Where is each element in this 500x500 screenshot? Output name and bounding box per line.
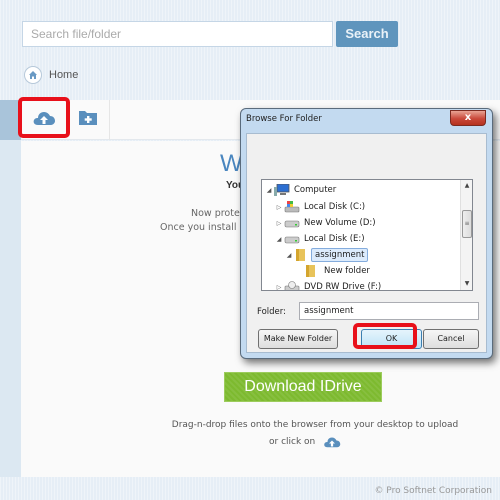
scroll-down-icon[interactable]: ▼ (461, 278, 472, 290)
folder-tree: ◢ Computer ▷ Local Disk (C:) ▷ New Volum… (261, 179, 473, 291)
footer-copyright: © Pro Softnet Corporation (374, 486, 492, 496)
close-icon: x (464, 112, 472, 123)
expand-arrow-icon[interactable]: ▷ (274, 284, 284, 291)
dialog-title: Browse For Folder (246, 114, 322, 124)
computer-icon (274, 184, 290, 196)
dialog-body: ◢ Computer ▷ Local Disk (C:) ▷ New Volum… (246, 133, 487, 353)
tree-item-computer[interactable]: ◢ Computer (264, 181, 336, 199)
click-upload-line: or click on (269, 436, 341, 448)
tree-item-label: Local Disk (E:) (304, 234, 365, 244)
close-button[interactable]: x (450, 110, 486, 126)
folder-add-icon (79, 111, 97, 125)
drag-drop-label: Drag-n-drop files onto the browser from … (171, 420, 459, 430)
dvd-drive-icon (284, 281, 300, 290)
browse-folder-dialog: Browse For Folder x ◢ Computer ▷ Local D… (240, 108, 493, 359)
expand-arrow-icon[interactable]: ▷ (274, 204, 284, 211)
tree-item-dvd-rw-drive-f[interactable]: ▷ DVD RW Drive (F:) (274, 278, 382, 291)
drag-drop-text: Drag-n-drop files onto the browser from … (0, 420, 500, 430)
folder-label: Folder: (257, 307, 286, 317)
folder-icon (296, 249, 305, 261)
drive-icon (284, 220, 300, 228)
make-new-folder-button[interactable]: Make New Folder (258, 329, 338, 349)
scroll-up-icon[interactable]: ▲ (461, 180, 472, 192)
toolbar-divider (109, 100, 110, 140)
collapse-arrow-icon[interactable]: ◢ (274, 236, 284, 243)
tree-item-label: Computer (294, 185, 337, 195)
search-input[interactable]: Search file/folder (22, 21, 333, 47)
upload-button[interactable] (18, 97, 70, 138)
system-drive-icon (284, 201, 300, 213)
tree-item-label: New Volume (D:) (304, 218, 376, 228)
cloud-upload-icon[interactable] (323, 436, 341, 448)
folder-input[interactable]: assignment (299, 302, 479, 320)
download-idrive-button[interactable]: Download IDrive (224, 372, 382, 402)
breadcrumb-home[interactable]: Home (49, 69, 78, 81)
folder-icon (306, 265, 315, 277)
new-folder-button[interactable] (78, 108, 98, 128)
breadcrumb: Home (24, 65, 78, 85)
drive-icon (284, 236, 300, 244)
collapse-arrow-icon[interactable]: ◢ (264, 187, 274, 194)
tree-item-label: Local Disk (C:) (304, 202, 366, 212)
tree-scrollbar[interactable]: ▲ ≡ ▼ (460, 180, 472, 290)
ok-highlight-box (353, 323, 417, 349)
cancel-button[interactable]: Cancel (423, 329, 479, 349)
home-icon[interactable] (24, 66, 42, 84)
search-button[interactable]: Search (336, 21, 398, 47)
cloud-upload-icon (33, 111, 55, 125)
tree-item-label: DVD RW Drive (F:) (304, 282, 382, 291)
collapse-arrow-icon[interactable]: ◢ (284, 252, 294, 259)
scrollbar-thumb[interactable]: ≡ (462, 210, 472, 238)
click-on-label: or click on (269, 437, 316, 447)
tree-item-label: assignment (311, 248, 369, 262)
tree-item-label: New folder (324, 266, 370, 276)
expand-arrow-icon[interactable]: ▷ (274, 220, 284, 227)
